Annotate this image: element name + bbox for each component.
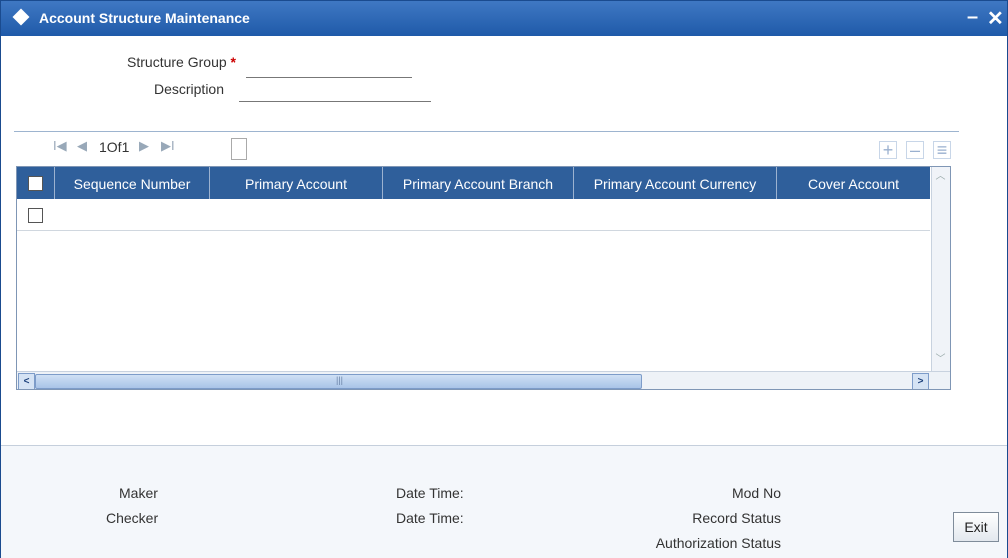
page-indicator: 1Of1 bbox=[99, 139, 130, 155]
grid-header: Sequence Number Primary Account Primary … bbox=[17, 167, 930, 199]
required-marker: * bbox=[230, 54, 236, 70]
structure-group-label-text: Structure Group bbox=[127, 54, 227, 70]
page-jump-input[interactable] bbox=[231, 138, 247, 160]
table-row[interactable] bbox=[17, 199, 930, 231]
authorization-status-label: Authorization Status bbox=[655, 535, 781, 551]
vertical-scrollbar[interactable]: ︿ ﹀ bbox=[931, 167, 950, 371]
minimize-button[interactable]: – bbox=[967, 6, 978, 29]
next-page-button[interactable]: ▶ bbox=[139, 138, 149, 154]
description-label: Description bbox=[153, 81, 224, 97]
checker-date-time-label: Date Time: bbox=[396, 510, 464, 526]
section-divider bbox=[14, 131, 959, 132]
audit-footer: Maker Checker Date Time: Date Time: Mod … bbox=[1, 445, 1007, 558]
structure-group-input[interactable] bbox=[246, 55, 412, 78]
select-all-cell bbox=[17, 167, 55, 199]
maker-date-time-label: Date Time: bbox=[396, 485, 464, 501]
add-row-button[interactable]: + bbox=[879, 141, 897, 159]
column-header-primary-account-currency[interactable]: Primary Account Currency bbox=[574, 167, 777, 199]
maker-label: Maker bbox=[119, 485, 158, 501]
row-select-checkbox[interactable] bbox=[28, 208, 43, 223]
account-structure-grid: Sequence Number Primary Account Primary … bbox=[16, 166, 951, 390]
horizontal-scroll-thumb[interactable]: ||| bbox=[35, 374, 642, 389]
scroll-grip-icon: ||| bbox=[336, 375, 344, 385]
scroll-down-icon[interactable]: ﹀ bbox=[934, 353, 947, 366]
exit-button[interactable]: Exit bbox=[953, 512, 999, 542]
scroll-right-icon[interactable]: > bbox=[912, 373, 929, 389]
account-structure-window: Account Structure Maintenance – ✕ Struct… bbox=[0, 0, 1008, 558]
structure-group-label: Structure Group * bbox=[101, 54, 236, 70]
window-title: Account Structure Maintenance bbox=[39, 10, 250, 26]
column-header-cover-account[interactable]: Cover Account bbox=[777, 167, 930, 199]
first-page-button[interactable]: I◀ bbox=[53, 138, 67, 154]
record-status-label: Record Status bbox=[692, 510, 781, 526]
description-input[interactable] bbox=[239, 79, 431, 102]
title-bar: Account Structure Maintenance – ✕ bbox=[1, 1, 1007, 36]
scroll-left-icon[interactable]: < bbox=[18, 373, 35, 389]
select-all-checkbox[interactable] bbox=[28, 176, 43, 191]
scroll-up-icon[interactable]: ︿ bbox=[934, 170, 947, 183]
mod-no-label: Mod No bbox=[731, 485, 781, 501]
last-page-button[interactable]: ▶I bbox=[161, 138, 175, 154]
previous-page-button[interactable]: ◀ bbox=[77, 138, 87, 154]
column-header-primary-account[interactable]: Primary Account bbox=[210, 167, 383, 199]
column-header-sequence-number[interactable]: Sequence Number bbox=[55, 167, 210, 199]
diamond-icon bbox=[12, 8, 30, 26]
checker-label: Checker bbox=[106, 510, 159, 526]
close-button[interactable]: ✕ bbox=[987, 6, 1004, 31]
remove-row-button[interactable]: – bbox=[906, 141, 924, 159]
horizontal-scrollbar[interactable]: < ||| > bbox=[17, 371, 950, 389]
column-header-primary-account-branch[interactable]: Primary Account Branch bbox=[383, 167, 574, 199]
view-details-button[interactable]: ≡ bbox=[933, 141, 951, 159]
